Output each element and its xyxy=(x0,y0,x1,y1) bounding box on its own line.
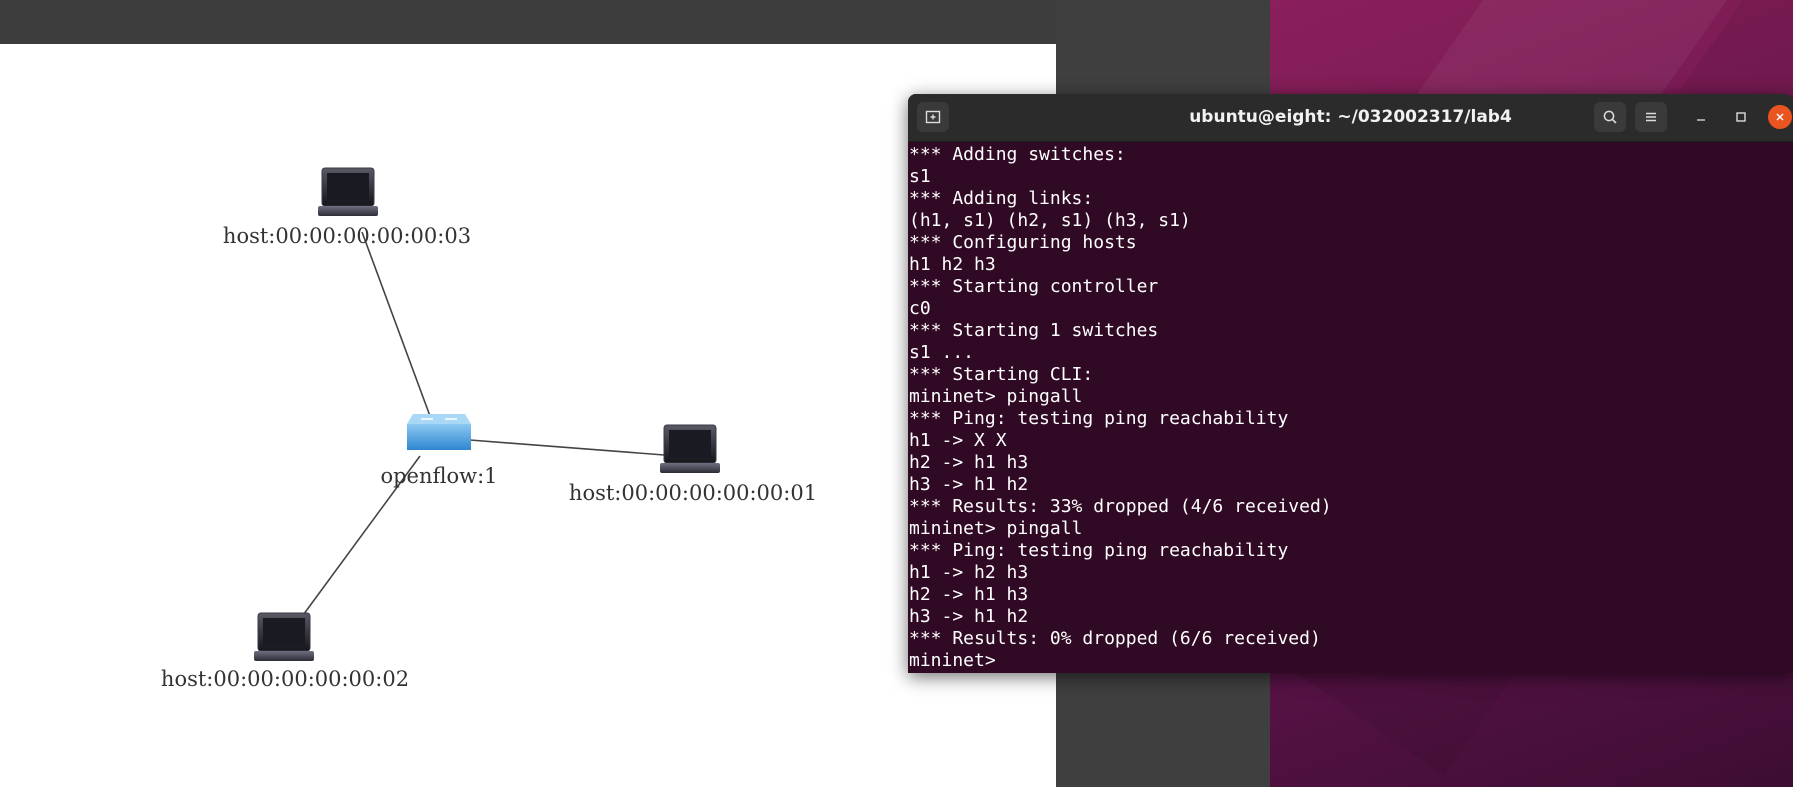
terminal-line: *** Starting CLI: xyxy=(909,364,1094,385)
terminal-line: *** Starting 1 switches xyxy=(909,320,1159,341)
browser-top-bar xyxy=(0,0,1056,44)
terminal-window[interactable]: ubuntu@eight: ~/032002317/lab4 *** Addin… xyxy=(908,94,1793,673)
host1-label: host:00:00:00:00:00:01 xyxy=(568,481,818,505)
host3-label: host:00:00:00:00:00:03 xyxy=(222,224,472,248)
terminal-line: *** Ping: testing ping reachability xyxy=(909,540,1289,561)
maximize-button[interactable] xyxy=(1729,105,1753,129)
search-icon xyxy=(1603,110,1617,124)
switch-icon[interactable] xyxy=(407,414,471,450)
close-icon xyxy=(1776,113,1784,121)
host2-laptop-icon[interactable] xyxy=(254,612,314,661)
terminal-line: *** Configuring hosts xyxy=(909,232,1137,253)
terminal-line: (h1, s1) (h2, s1) (h3, s1) xyxy=(909,210,1191,231)
terminal-line: *** Adding links: xyxy=(909,188,1094,209)
close-button[interactable] xyxy=(1768,105,1792,129)
terminal-output[interactable]: *** Adding switches: s1 *** Adding links:(… xyxy=(909,144,1793,673)
terminal-line: *** Results: 33% dropped (4/6 received) xyxy=(909,496,1332,517)
maximize-icon xyxy=(1736,112,1746,122)
terminal-line: h1 h2 h3 xyxy=(909,254,996,275)
terminal-line: *** Results: 0% dropped (6/6 received) xyxy=(909,628,1321,649)
terminal-line: h3 -> h1 h2 xyxy=(909,474,1029,495)
host2-label: host:00:00:00:00:00:02 xyxy=(160,667,410,691)
host3-laptop-icon[interactable] xyxy=(318,167,378,216)
topology-graph xyxy=(254,167,720,661)
minimize-button[interactable] xyxy=(1689,105,1713,129)
new-tab-icon xyxy=(925,110,941,124)
minimize-icon xyxy=(1697,119,1705,121)
link-switch-host1 xyxy=(469,439,691,458)
terminal-line: c0 xyxy=(909,298,931,319)
topology-canvas: host:00:00:00:00:00:03 openflow:1 host:0… xyxy=(0,44,1056,787)
new-tab-button[interactable] xyxy=(917,102,949,132)
terminal-line: h2 -> h1 h3 xyxy=(909,452,1029,473)
terminal-line: h1 -> X X xyxy=(909,430,1007,451)
terminal-line: mininet> pingall xyxy=(909,386,1083,407)
terminal-line: s1 ... xyxy=(909,342,975,363)
terminal-line: h3 -> h1 h2 xyxy=(909,606,1029,627)
terminal-line: *** Adding switches: xyxy=(909,144,1126,165)
terminal-line: s1 xyxy=(909,166,931,187)
terminal-line: h1 -> h2 h3 xyxy=(909,562,1029,583)
terminal-titlebar[interactable]: ubuntu@eight: ~/032002317/lab4 xyxy=(908,94,1793,142)
hamburger-menu-icon xyxy=(1646,112,1656,122)
host1-laptop-icon[interactable] xyxy=(660,424,720,473)
terminal-line: mininet> pingall xyxy=(909,518,1083,539)
menu-button[interactable] xyxy=(1635,102,1667,132)
terminal-line: mininet> xyxy=(909,650,1007,671)
terminal-line: *** Ping: testing ping reachability xyxy=(909,408,1289,429)
terminal-line: h2 -> h1 h3 xyxy=(909,584,1029,605)
terminal-line: *** Starting controller xyxy=(909,276,1159,297)
search-button[interactable] xyxy=(1594,102,1626,132)
switch-label: openflow:1 xyxy=(380,464,498,488)
link-switch-host3 xyxy=(361,231,431,417)
